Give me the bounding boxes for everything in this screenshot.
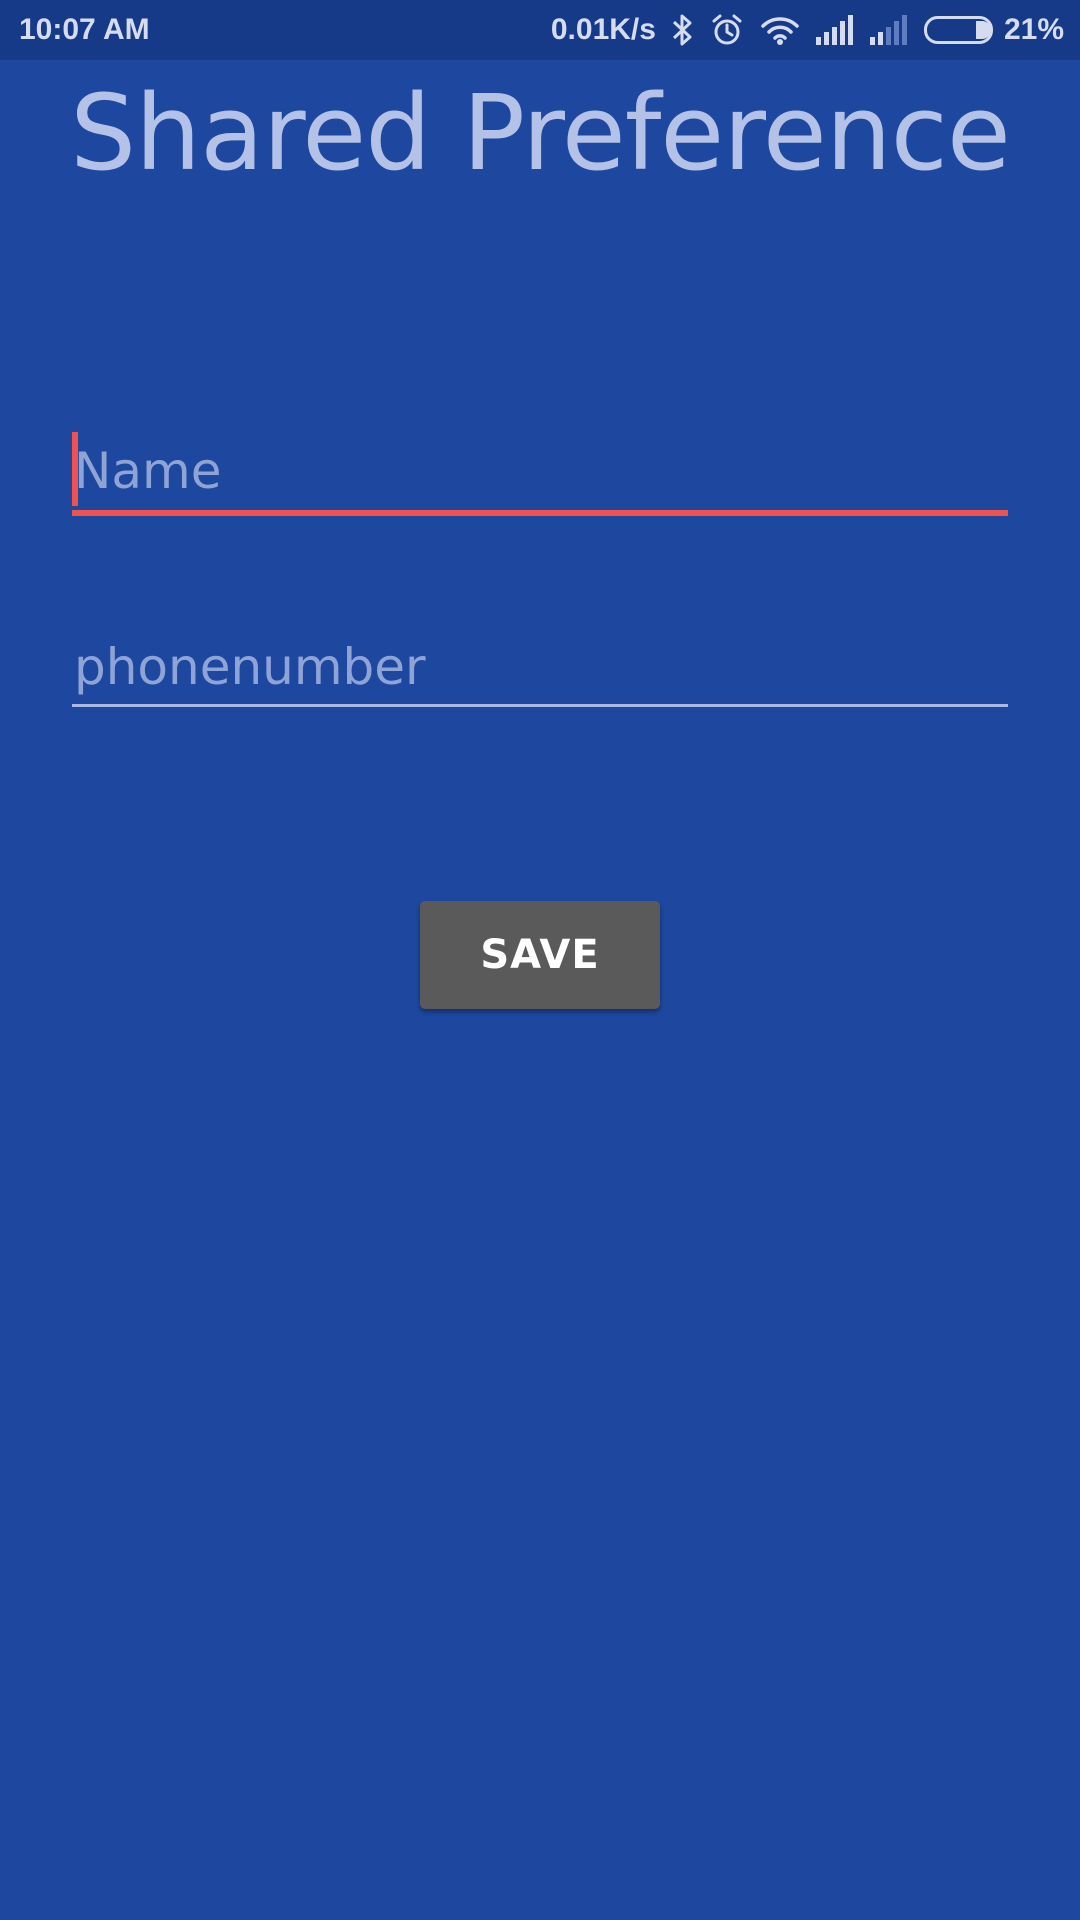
battery-icon bbox=[923, 16, 996, 44]
status-bar: 10:07 AM 0.01K/s 21% bbox=[0, 0, 1080, 60]
phonenumber-underline bbox=[72, 704, 1008, 707]
page-title: Shared Preference bbox=[70, 72, 1011, 194]
name-field bbox=[72, 432, 1008, 516]
status-icons: 0.01K/s 21% bbox=[551, 10, 1064, 50]
status-time: 10:07 AM bbox=[19, 13, 150, 46]
alarm-icon bbox=[710, 13, 744, 47]
wifi-icon bbox=[760, 14, 800, 46]
name-input[interactable] bbox=[72, 436, 1008, 506]
bluetooth-icon bbox=[670, 13, 694, 47]
network-speed: 0.01K/s bbox=[550, 13, 656, 46]
phone-field bbox=[72, 632, 1008, 707]
phonenumber-input[interactable] bbox=[72, 632, 1008, 702]
battery-percent: 21% bbox=[1003, 13, 1064, 46]
name-underline bbox=[72, 510, 1008, 516]
signal-weak-icon bbox=[869, 15, 908, 45]
signal-icon bbox=[815, 15, 854, 45]
save-button[interactable]: SAVE bbox=[420, 901, 660, 1009]
text-cursor bbox=[72, 432, 78, 506]
